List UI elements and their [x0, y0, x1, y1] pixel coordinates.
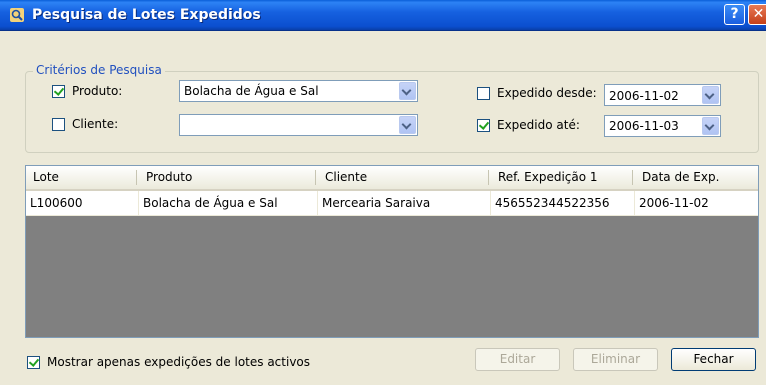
- column-header-lote[interactable]: Lote: [26, 166, 136, 189]
- edit-button[interactable]: Editar: [475, 348, 560, 371]
- active-only-checkbox[interactable]: [27, 356, 40, 369]
- produto-checkbox[interactable]: [52, 85, 65, 98]
- table-header: Lote Produto Cliente Ref. Expedição 1 Da…: [26, 166, 758, 191]
- search-app-icon: [10, 8, 24, 22]
- title-bar: Pesquisa de Lotes Expedidos ? ✕: [0, 0, 766, 31]
- expedido-desde-checkbox[interactable]: [477, 87, 490, 100]
- chevron-down-icon[interactable]: [702, 117, 719, 135]
- active-only-label: Mostrar apenas expedições de lotes activ…: [47, 355, 311, 369]
- close-button[interactable]: Fechar: [671, 348, 756, 371]
- chevron-down-icon[interactable]: [399, 82, 416, 100]
- column-divider[interactable]: [632, 170, 633, 185]
- window-title: Pesquisa de Lotes Expedidos: [32, 7, 261, 23]
- column-header-cliente[interactable]: Cliente: [318, 166, 488, 189]
- column-header-ref-expedicao[interactable]: Ref. Expedição 1: [491, 166, 632, 189]
- cell-ref-expedicao: 456552344522356: [495, 196, 610, 210]
- search-criteria-legend: Critérios de Pesquisa: [33, 63, 165, 77]
- cliente-checkbox[interactable]: [52, 118, 65, 131]
- produto-label: Produto:: [72, 84, 123, 98]
- delete-button[interactable]: Eliminar: [573, 348, 658, 371]
- expedido-desde-date[interactable]: 2006-11-02: [604, 84, 721, 106]
- cell-data-exp: 2006-11-02: [639, 196, 709, 210]
- produto-select[interactable]: Bolacha de Água e Sal: [179, 80, 418, 102]
- chevron-down-icon[interactable]: [399, 116, 416, 134]
- help-button[interactable]: ?: [724, 4, 745, 25]
- expedido-ate-checkbox[interactable]: [477, 119, 490, 132]
- cell-lote: L100600: [30, 196, 83, 210]
- cliente-select[interactable]: [179, 114, 418, 136]
- table-row[interactable]: L100600 Bolacha de Água e Sal Mercearia …: [26, 191, 758, 216]
- help-icon: ?: [730, 6, 739, 22]
- produto-value: Bolacha de Água e Sal: [184, 84, 319, 98]
- chevron-down-icon[interactable]: [702, 86, 719, 104]
- expedido-desde-value: 2006-11-02: [609, 89, 679, 103]
- expedido-ate-label: Expedido até:: [497, 118, 580, 132]
- cliente-label: Cliente:: [72, 117, 119, 131]
- column-divider[interactable]: [315, 170, 316, 185]
- close-window-button[interactable]: ✕: [748, 4, 766, 25]
- expedido-desde-label: Expedido desde:: [497, 86, 597, 100]
- results-table[interactable]: Lote Produto Cliente Ref. Expedição 1 Da…: [25, 165, 759, 338]
- column-divider[interactable]: [488, 170, 489, 185]
- cell-cliente: Mercearia Saraiva: [322, 196, 431, 210]
- close-icon: ✕: [752, 6, 765, 22]
- column-divider[interactable]: [136, 170, 137, 185]
- expedido-ate-date[interactable]: 2006-11-03: [604, 115, 721, 137]
- column-header-produto[interactable]: Produto: [139, 166, 315, 189]
- expedido-ate-value: 2006-11-03: [609, 119, 679, 133]
- column-header-data-exp[interactable]: Data de Exp.: [635, 166, 758, 189]
- cell-produto: Bolacha de Água e Sal: [143, 196, 278, 210]
